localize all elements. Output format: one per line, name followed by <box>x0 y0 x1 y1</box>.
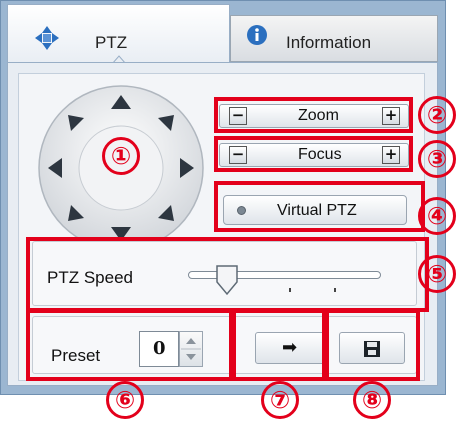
tab-information[interactable]: Information <box>230 15 438 62</box>
tab-ptz-label: PTZ <box>95 33 128 52</box>
annotation-box-5 <box>26 237 429 312</box>
annotation-box-3 <box>214 136 413 172</box>
callout-8: ⑧ <box>353 381 391 419</box>
move-arrows-icon <box>35 26 59 50</box>
callout-3: ③ <box>418 140 456 178</box>
info-icon <box>247 25 267 45</box>
annotation-box-2 <box>214 97 413 133</box>
annotation-box-6 <box>26 309 233 381</box>
annotation-box-8 <box>325 309 420 381</box>
annotation-box-7 <box>232 309 326 381</box>
tab-information-label: Information <box>286 33 372 52</box>
tab-ptz[interactable]: PTZ <box>7 4 230 64</box>
callout-4: ④ <box>418 197 456 235</box>
callout-2: ② <box>418 96 456 134</box>
annotation-box-4 <box>214 181 425 232</box>
callout-5: ⑤ <box>418 255 456 293</box>
callout-6: ⑥ <box>106 381 144 419</box>
callout-7: ⑦ <box>261 381 299 419</box>
callout-1: ① <box>102 137 140 175</box>
